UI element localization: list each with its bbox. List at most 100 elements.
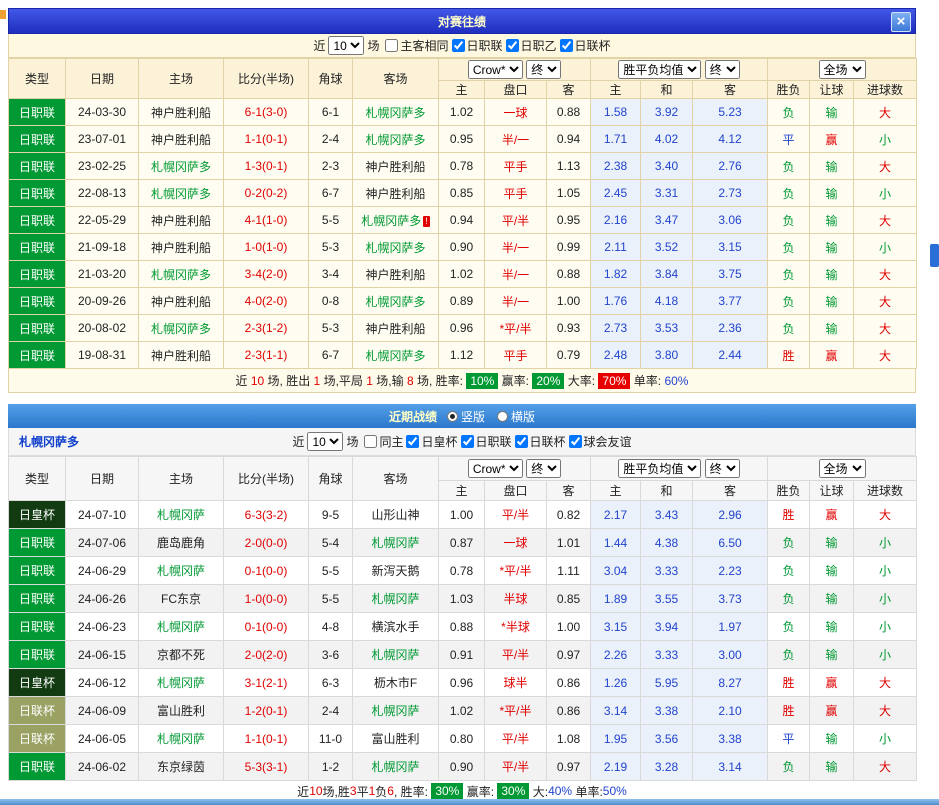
h2h-odds-stage-select[interactable]: 终 — [526, 60, 561, 79]
filter-checkbox[interactable]: 日职联 — [458, 433, 512, 450]
cell-ep_away: 6.50 — [693, 529, 768, 557]
cell-ep_away: 4.12 — [693, 126, 768, 153]
cell-handicap: 一球 — [485, 529, 547, 557]
recent-scope-select[interactable]: 全场 — [819, 459, 866, 478]
col-letgoal: 让球 — [810, 481, 854, 501]
cell-letgoal: 输 — [810, 529, 854, 557]
recent-europe-odds-select[interactable]: 胜平负均值 — [618, 459, 701, 478]
col-corner: 角球 — [309, 457, 353, 501]
cell-away: 枥木市F — [353, 669, 439, 697]
cell-date: 24-06-23 — [66, 613, 139, 641]
cell-crow_away: 1.00 — [547, 288, 591, 315]
cell-goals: 大 — [854, 669, 917, 697]
col-handicap: 盘口 — [485, 81, 547, 99]
checkbox-input[interactable] — [385, 39, 398, 52]
recent-europe-stage-select[interactable]: 终 — [705, 459, 740, 478]
cell-corner: 1-2 — [309, 753, 353, 781]
h2h-table-wrap: 类型 日期 主场 比分(半场) 角球 客场 Crow* 终 胜平负均值 终 — [8, 58, 916, 369]
summary-segment: , 胜率: — [394, 783, 431, 800]
cell-ep_away: 3.15 — [693, 234, 768, 261]
checkbox-input[interactable] — [452, 39, 465, 52]
cell-ep_home: 1.89 — [591, 585, 641, 613]
recent-summary: 近10场,胜3平1负6, 胜率: 30% 赢率: 30% 大:40% 单率:50… — [8, 781, 916, 801]
h2h-odds-company-select[interactable]: Crow* — [468, 60, 523, 79]
scrollbar-thumb[interactable] — [930, 244, 939, 267]
filter-checkbox[interactable]: 日皇杯 — [403, 433, 457, 450]
cell-corner: 3-4 — [309, 261, 353, 288]
filter-checkbox[interactable]: 同主 — [361, 433, 403, 450]
cell-crow_home: 0.96 — [439, 669, 485, 697]
cell-corner: 6-3 — [309, 669, 353, 697]
col-away: 客场 — [353, 457, 439, 501]
radio-icon[interactable] — [447, 411, 458, 422]
cell-score: 2-3(1-2) — [224, 315, 309, 342]
cell-result: 平 — [768, 126, 810, 153]
checkbox-input[interactable] — [515, 435, 528, 448]
cell-league: 日职联 — [9, 315, 66, 342]
filter-checkbox[interactable]: 球会友谊 — [566, 433, 632, 450]
cell-ep_away: 3.14 — [693, 753, 768, 781]
cell-ep_draw: 4.38 — [641, 529, 693, 557]
cell-crow_away: 0.88 — [547, 261, 591, 288]
filter-checkbox[interactable]: 日联杯 — [512, 433, 566, 450]
cell-home: 札幌冈萨多 — [139, 261, 224, 288]
cell-ep_draw: 3.94 — [641, 613, 693, 641]
h2h-scope-select[interactable]: 全场 — [819, 60, 866, 79]
cell-goals: 大 — [854, 207, 917, 234]
cell-ep_away: 3.38 — [693, 725, 768, 753]
filter-checkbox[interactable]: 日联杯 — [557, 37, 611, 54]
checkbox-input[interactable] — [364, 435, 377, 448]
dialog-title-bar: 对赛往绩 × — [8, 8, 916, 34]
filter-checkbox[interactable]: 日职联 — [449, 37, 503, 54]
cell-league: 日职联 — [9, 585, 66, 613]
h2h-count-select[interactable]: 10 — [328, 36, 364, 55]
cell-league: 日职联 — [9, 180, 66, 207]
col-type: 类型 — [9, 457, 66, 501]
cell-crow_home: 0.88 — [439, 613, 485, 641]
cell-score: 1-0(0-0) — [224, 585, 309, 613]
checkbox-label: 同主 — [379, 433, 403, 450]
cell-away: 富山胜利 — [353, 725, 439, 753]
cell-letgoal: 输 — [810, 315, 854, 342]
close-icon[interactable]: × — [891, 12, 911, 32]
h2h-europe-stage-select[interactable]: 终 — [705, 60, 740, 79]
cell-ep_draw: 3.53 — [641, 315, 693, 342]
checkbox-input[interactable] — [569, 435, 582, 448]
cell-goals: 小 — [854, 126, 917, 153]
recent-odds-company-select[interactable]: Crow* — [468, 459, 523, 478]
cell-ep_away: 2.96 — [693, 501, 768, 529]
summary-segment: 1 — [366, 374, 373, 388]
checkbox-input[interactable] — [461, 435, 474, 448]
summary-segment: 1 — [369, 784, 376, 798]
filter-checkbox[interactable]: 日职乙 — [503, 37, 557, 54]
recent-odds-stage-select[interactable]: 终 — [526, 459, 561, 478]
cell-league: 日职联 — [9, 261, 66, 288]
checkbox-input[interactable] — [406, 435, 419, 448]
cell-crow_home: 0.90 — [439, 234, 485, 261]
checkbox-label: 日皇杯 — [421, 433, 457, 450]
cell-ep_away: 8.27 — [693, 669, 768, 697]
table-row: 日职联24-03-30神户胜利船6-1(3-0)6-1札幌冈萨多1.02一球0.… — [9, 99, 917, 126]
cell-handicap: 半/一 — [485, 288, 547, 315]
cell-ep_home: 1.95 — [591, 725, 641, 753]
h2h-table: 类型 日期 主场 比分(半场) 角球 客场 Crow* 终 胜平负均值 终 — [8, 58, 917, 369]
cell-crow_away: 1.08 — [547, 725, 591, 753]
cell-ep_away: 3.00 — [693, 641, 768, 669]
cell-handicap: *半球 — [485, 613, 547, 641]
cell-letgoal: 输 — [810, 585, 854, 613]
summary-segment: 近 — [236, 372, 251, 389]
cell-crow_home: 0.96 — [439, 315, 485, 342]
layout-radio[interactable]: 横版 — [497, 408, 535, 425]
layout-radio[interactable]: 竖版 — [447, 408, 485, 425]
radio-icon[interactable] — [497, 411, 508, 422]
table-row: 日联杯24-06-05札幌冈萨1-1(0-1)11-0富山胜利0.80平/半1.… — [9, 725, 917, 753]
checkbox-input[interactable] — [560, 39, 573, 52]
cell-result: 负 — [768, 529, 810, 557]
cell-home: 京都不死 — [139, 641, 224, 669]
asian-odds-header: Crow* 终 — [439, 59, 591, 81]
checkbox-input[interactable] — [506, 39, 519, 52]
h2h-europe-odds-select[interactable]: 胜平负均值 — [618, 60, 701, 79]
recent-count-select[interactable]: 10 — [307, 432, 343, 451]
filter-checkbox[interactable]: 主客相同 — [382, 37, 448, 54]
cell-crow_home: 0.85 — [439, 180, 485, 207]
